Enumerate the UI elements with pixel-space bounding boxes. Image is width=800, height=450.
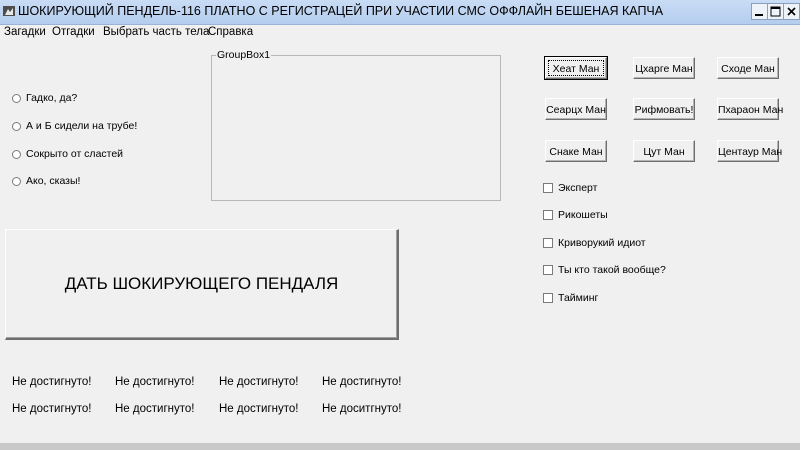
- achievement-status-3: Не достигнуто!: [219, 376, 299, 388]
- radio-label: Ако, сказы!: [26, 175, 81, 187]
- button-cut-man[interactable]: Цут Ман: [633, 140, 695, 162]
- app-icon: [2, 4, 16, 18]
- checkbox-ricochets[interactable]: Рикошеты: [543, 209, 743, 223]
- button-snake-man[interactable]: Снаке Ман: [545, 140, 607, 162]
- checkbox-label: Ты кто такой вообще?: [558, 264, 666, 276]
- button-label: Цут Ман: [643, 146, 685, 158]
- checkbox-who-are-you[interactable]: Ты кто такой вообще?: [543, 264, 743, 278]
- achievement-status-8: Не доситгнуто!: [322, 403, 402, 415]
- button-label: Сеарцх Ман: [546, 104, 606, 116]
- button-charge-man[interactable]: Цхарге Ман: [633, 57, 695, 79]
- radio-option-2[interactable]: А и Б сидели на трубе!: [12, 120, 212, 134]
- radio-label: Гадко, да?: [26, 92, 78, 104]
- kick-button[interactable]: ДАТЬ ШОКИРУЮЩЕГО ПЕНДАЛЯ: [5, 229, 399, 340]
- checkbox-label: Рикошеты: [558, 209, 608, 221]
- achievement-status-7: Не достигнуто!: [219, 403, 299, 415]
- achievement-status-1: Не достигнуто!: [12, 376, 92, 388]
- achievement-status-6: Не достигнуто!: [115, 403, 195, 415]
- checkbox-clumsy-idiot[interactable]: Криворукий идиот: [543, 237, 743, 251]
- radio-circle[interactable]: [12, 177, 21, 186]
- button-pharaoh-man[interactable]: Пхараон Ман: [717, 98, 784, 120]
- checkbox-label: Тайминг: [558, 292, 599, 304]
- button-rhyme[interactable]: Рифмовать!: [633, 98, 695, 120]
- menu-help[interactable]: Справка: [208, 26, 253, 38]
- checkbox-box[interactable]: [543, 293, 553, 303]
- checkbox-label: Эксперт: [558, 182, 598, 194]
- title-bar: ШОКИРУЮЩИЙ ПЕНДЕЛЬ-116 ПЛАТНО С РЕГИСТРА…: [0, 0, 800, 25]
- menu-riddles[interactable]: Загадки: [4, 26, 46, 38]
- kick-button-label: ДАТЬ ШОКИРУЮЩЕГО ПЕНДАЛЯ: [64, 274, 339, 293]
- minimize-icon: [755, 14, 763, 16]
- checkbox-box[interactable]: [543, 183, 553, 193]
- radio-circle[interactable]: [12, 122, 21, 131]
- checkbox-timing[interactable]: Тайминг: [543, 292, 743, 306]
- radio-circle[interactable]: [12, 150, 21, 159]
- button-label: Сходе Ман: [721, 63, 775, 75]
- menu-answers[interactable]: Отгадки: [52, 26, 95, 38]
- group-box-title: GroupBox1: [216, 49, 272, 61]
- menu-choose-body-part[interactable]: Выбрать часть тела: [103, 26, 209, 38]
- radio-label: Сокрыто от сластей: [26, 148, 124, 160]
- maximize-icon: [770, 6, 781, 17]
- close-button[interactable]: [783, 3, 800, 20]
- button-label: Цхарге Ман: [635, 63, 693, 75]
- achievement-status-4: Не достигнуто!: [322, 376, 402, 388]
- checkbox-box[interactable]: [543, 210, 553, 220]
- radio-label: А и Б сидели на трубе!: [26, 120, 138, 132]
- menu-bar: Загадки Отгадки Выбрать часть тела Справ…: [0, 24, 800, 42]
- button-label: Рифмовать!: [634, 104, 694, 116]
- button-centaur-man[interactable]: Центаур Ман: [717, 140, 783, 162]
- radio-option-4[interactable]: Ако, сказы!: [12, 175, 212, 189]
- radio-circle[interactable]: [12, 94, 21, 103]
- window-title: ШОКИРУЮЩИЙ ПЕНДЕЛЬ-116 ПЛАТНО С РЕГИСТРА…: [18, 4, 664, 18]
- close-icon: [787, 7, 796, 16]
- button-shade-man[interactable]: Сходе Ман: [717, 57, 779, 79]
- button-label: Пхараон Ман: [718, 104, 784, 116]
- button-search-man[interactable]: Сеарцх Ман: [545, 98, 607, 120]
- button-label: Центаур Ман: [718, 146, 783, 158]
- checkbox-box[interactable]: [543, 265, 553, 275]
- button-heat-man[interactable]: Хеат Ман: [544, 56, 608, 80]
- window-bottom-edge: [0, 443, 800, 450]
- minimize-button[interactable]: [751, 3, 768, 20]
- achievement-status-2: Не достигнуто!: [115, 376, 195, 388]
- checkbox-expert[interactable]: Эксперт: [543, 182, 743, 196]
- achievement-status-5: Не достигнуто!: [12, 403, 92, 415]
- checkbox-box[interactable]: [543, 238, 553, 248]
- checkbox-label: Криворукий идиот: [558, 237, 646, 249]
- button-label: Снаке Ман: [549, 146, 603, 158]
- maximize-button[interactable]: [767, 3, 784, 20]
- radio-option-3[interactable]: Сокрыто от сластей: [12, 148, 212, 162]
- group-box: GroupBox1: [211, 49, 501, 201]
- button-label: Хеат Ман: [552, 63, 600, 75]
- radio-option-1[interactable]: Гадко, да?: [12, 92, 212, 106]
